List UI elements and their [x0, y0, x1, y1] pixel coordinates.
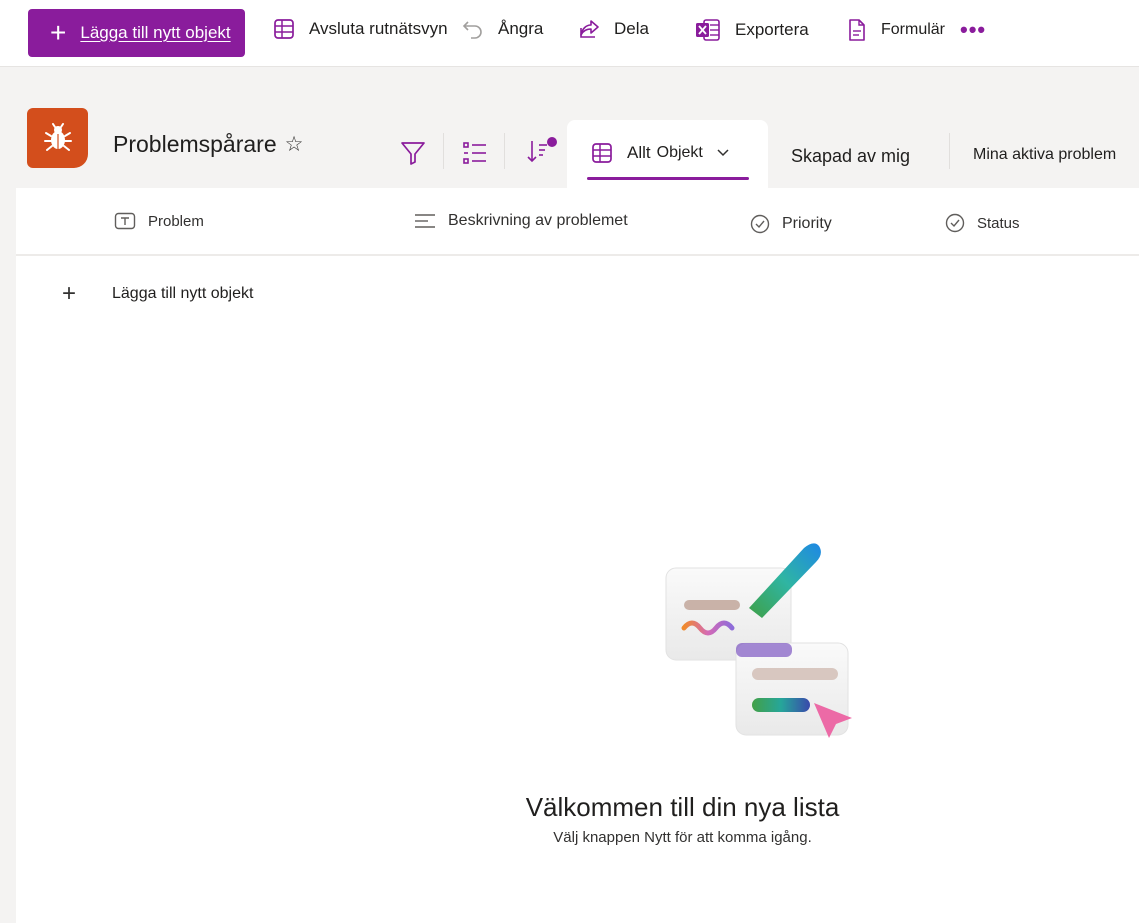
more-icon: ••• — [960, 17, 987, 42]
column-header-problem[interactable]: Problem — [114, 212, 204, 230]
tab-my-active-problems[interactable]: Mina aktiva problem — [973, 146, 1116, 164]
divider — [949, 133, 950, 169]
column-label: Beskrivning av problemet — [448, 212, 628, 229]
divider — [504, 133, 505, 169]
form-icon — [849, 19, 865, 41]
favorite-star-icon[interactable]: ☆ — [285, 132, 304, 157]
chevron-down-icon[interactable] — [717, 149, 729, 157]
column-header-status[interactable]: Status — [945, 213, 1020, 233]
share-icon — [580, 20, 599, 38]
active-tab-indicator — [587, 177, 749, 180]
plus-icon: + — [50, 17, 67, 48]
add-new-item-label: Lägga till nytt objekt — [112, 285, 254, 302]
undo-button[interactable]: Ångra — [462, 18, 543, 40]
choice-check-icon — [945, 213, 965, 233]
column-header-priority[interactable]: Priority — [750, 214, 832, 234]
export-label: Exportera — [735, 20, 809, 39]
more-options-button[interactable]: ••• — [960, 17, 986, 43]
multiline-text-icon — [415, 214, 435, 228]
list-header: Problemspårare ☆ Allt Objekt Skapad av m… — [0, 68, 1139, 188]
forms-label: Formulär — [881, 21, 946, 38]
exit-grid-view-label: Avsluta rutnätsvyn — [309, 19, 448, 38]
column-label: Priority — [782, 215, 832, 232]
empty-state-subtitle: Välj knappen Nytt för att komma igång. — [553, 829, 812, 846]
command-bar: + Lägga till nytt objekt Avsluta rutnäts… — [0, 0, 1139, 67]
exit-grid-view-button[interactable]: Avsluta rutnätsvyn — [273, 18, 448, 40]
empty-state-title: Välkommen till din nya lista — [525, 792, 840, 822]
share-label: Dela — [614, 19, 649, 38]
column-label: Problem — [148, 212, 204, 230]
grid-icon — [274, 19, 294, 39]
filter-icon — [401, 142, 425, 165]
excel-icon — [696, 19, 720, 41]
sort-icon — [527, 137, 557, 163]
group-by-button[interactable] — [462, 140, 488, 171]
active-view-label: Allt — [627, 143, 651, 162]
list-checks-icon — [463, 142, 486, 164]
filter-button[interactable] — [400, 140, 426, 171]
tab-created-by-me[interactable]: Skapad av mig — [791, 146, 910, 167]
new-item-label: Lägga till nytt objekt — [80, 23, 231, 42]
text-field-icon — [114, 212, 136, 230]
undo-label: Ångra — [498, 19, 544, 38]
column-header-description[interactable]: Beskrivning av problemet — [414, 212, 628, 230]
share-button[interactable]: Dela — [578, 18, 649, 40]
divider — [443, 133, 444, 169]
add-new-item-row[interactable]: + Lägga till nytt objekt — [62, 280, 253, 308]
forms-button[interactable]: Formulär — [847, 18, 945, 42]
column-header-row: Problem Beskrivning av problemet Priorit… — [16, 188, 1139, 256]
bug-icon — [27, 108, 88, 168]
plus-icon: + — [62, 280, 77, 307]
list-title-text: Problemspårare — [113, 131, 277, 157]
column-label: Status — [977, 214, 1020, 232]
sort-button[interactable] — [525, 136, 561, 171]
new-item-button[interactable]: + Lägga till nytt objekt — [28, 9, 245, 57]
page-title: Problemspårare ☆ — [113, 131, 303, 158]
export-button[interactable]: Exportera — [695, 18, 809, 42]
choice-check-icon — [750, 214, 770, 234]
grid-view-icon — [592, 143, 612, 163]
list-panel: Problem Beskrivning av problemet Priorit… — [16, 188, 1139, 923]
active-view-suffix: Objekt — [656, 144, 703, 161]
empty-list-illustration — [665, 543, 852, 738]
undo-icon — [462, 21, 482, 39]
tab-all-items[interactable]: Allt Objekt — [567, 120, 768, 188]
